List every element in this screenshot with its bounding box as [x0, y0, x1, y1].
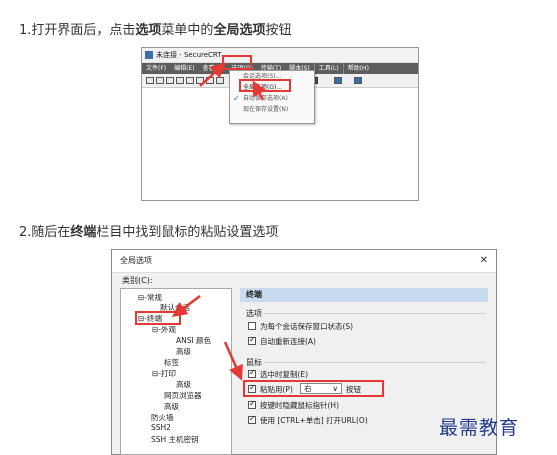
arrow-to-paste-row [223, 341, 243, 381]
arrow-to-terminal [172, 295, 201, 317]
arrow-to-options-menu [199, 62, 226, 87]
watermark-text: 最需教育 [439, 417, 520, 439]
annotation-arrows [172, 62, 267, 381]
arrow-to-global-options [252, 80, 267, 101]
